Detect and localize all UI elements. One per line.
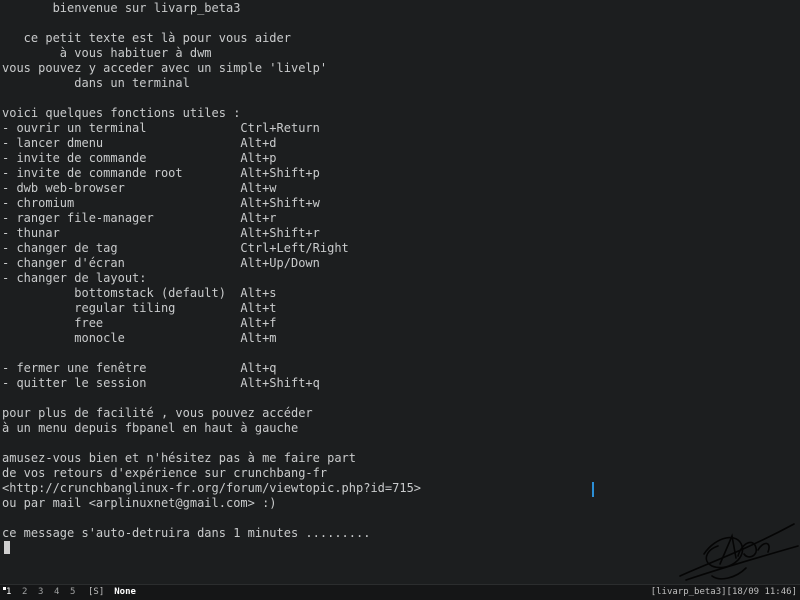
dwm-status-bar: 1 2 3 4 5 [S] None [livarp_beta3][18/09 …: [0, 584, 800, 600]
terminal-line: - fermer une fenêtre Alt+q: [2, 361, 277, 375]
signature-logo: [679, 523, 799, 581]
terminal-line: - lancer dmenu Alt+d: [2, 136, 277, 150]
text-caret-pointer: [592, 482, 594, 497]
tag-4[interactable]: 4: [50, 585, 66, 599]
tag-3[interactable]: 3: [34, 585, 50, 599]
terminal-line: - invite de commande Alt+p: [2, 151, 277, 165]
terminal-line: à un menu depuis fbpanel en haut à gauch…: [2, 421, 299, 435]
tag-5[interactable]: 5: [66, 585, 82, 599]
tag-1[interactable]: 1: [2, 585, 18, 599]
tag-2[interactable]: 2: [18, 585, 34, 599]
terminal-line: dans un terminal: [2, 76, 190, 90]
terminal-line: - quitter le session Alt+Shift+q: [2, 376, 320, 390]
terminal-line: - ranger file-manager Alt+r: [2, 211, 277, 225]
window-title: None: [114, 587, 136, 597]
terminal-line: free Alt+f: [2, 316, 277, 330]
layout-symbol[interactable]: [S]: [88, 585, 104, 599]
terminal-cursor: [4, 541, 10, 554]
terminal-line: bottomstack (default) Alt+s: [2, 286, 277, 300]
terminal-line: bienvenue sur livarp_beta3: [2, 1, 241, 15]
terminal-output: bienvenue sur livarp_beta3 ce petit text…: [2, 1, 421, 541]
terminal-line: pour plus de facilité , vous pouvez accé…: [2, 406, 313, 420]
terminal-line: ou par mail <arplinuxnet@gmail.com> :): [2, 496, 277, 510]
terminal-line: de vos retours d'expérience sur crunchba…: [2, 466, 328, 480]
terminal-line: - changer d'écran Alt+Up/Down: [2, 256, 320, 270]
terminal-line: - ouvrir un terminal Ctrl+Return: [2, 121, 320, 135]
terminal-line: à vous habituer à dwm: [2, 46, 212, 60]
terminal-line: - invite de commande root Alt+Shift+p: [2, 166, 320, 180]
terminal-line: monocle Alt+m: [2, 331, 277, 345]
terminal-line: - changer de layout:: [2, 271, 147, 285]
status-text: [livarp_beta3][18/09 11:46]: [650, 587, 797, 597]
terminal-line: vous pouvez y acceder avec un simple 'li…: [2, 61, 328, 75]
terminal-line: voici quelques fonctions utiles :: [2, 106, 241, 120]
desktop-screen: bienvenue sur livarp_beta3 ce petit text…: [0, 0, 800, 600]
terminal-line: ce petit texte est là pour vous aider: [2, 31, 291, 45]
terminal-line: <http://crunchbanglinux-fr.org/forum/vie…: [2, 481, 422, 495]
terminal-window[interactable]: bienvenue sur livarp_beta3 ce petit text…: [0, 0, 800, 584]
terminal-line: regular tiling Alt+t: [2, 301, 277, 315]
terminal-line: - dwb web-browser Alt+w: [2, 181, 277, 195]
terminal-line: amusez-vous bien et n'hésitez pas à me f…: [2, 451, 357, 465]
tag-list: 1 2 3 4 5 [S] None: [2, 585, 136, 599]
terminal-line: - chromium Alt+Shift+w: [2, 196, 320, 210]
terminal-line: - changer de tag Ctrl+Left/Right: [2, 241, 349, 255]
terminal-line: ce message s'auto-detruira dans 1 minute…: [2, 526, 371, 540]
terminal-line: - thunar Alt+Shift+r: [2, 226, 320, 240]
